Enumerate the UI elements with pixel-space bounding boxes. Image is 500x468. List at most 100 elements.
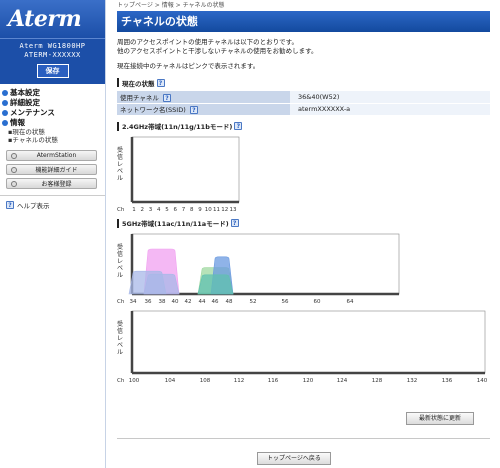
key-label: ネットワーク名(SSID) [120,106,186,114]
bullet-icon [2,100,8,106]
circle-icon [11,180,17,187]
intro-line: 周囲のアクセスポイントの使用チャネルは以下のとおりです。 [117,38,298,46]
chart-24ghz: 受信レベル Ch 1 2 3 4 5 6 7 8 9 10 11 12 13 [117,135,490,215]
button-label: お客様登録 [41,181,72,188]
table-value: 36&40(W52) [290,91,490,104]
breadcrumb: トップページ > 情報 > チャネルの状態 [117,2,225,9]
table-row: ネットワーク名(SSID) ? atermXXXXXX-a [117,103,490,116]
ch-label: Ch [117,299,125,305]
chart-5ghz-w52w53: 受信レベル Ch 34 36 38 40 42 44 46 48 52 56 60 64 [117,232,490,309]
tick-label: 140 [477,378,488,384]
back-to-top-button[interactable]: トップページへ戻る [257,452,331,465]
tick-label: 4 [157,207,161,213]
tick-label: 104 [165,378,176,384]
nav-sub-current-status[interactable]: ▪現在の状態 [2,128,103,136]
heading-label: 現在の状態 [122,79,155,88]
chart-5ghz-w56-svg: Ch 100 104 108 112 116 120 124 128 132 136 140 [117,310,488,384]
y-axis-label: 受信レベル [117,243,124,279]
intro-line: 他のアクセスポイントと干渉しないチャネルの使用をお勧めします。 [117,47,318,55]
help-icon[interactable]: ? [163,93,172,102]
tick-label: 124 [337,378,348,384]
help-icon[interactable]: ? [234,122,243,130]
nav-menu: 基本設定 詳細設定 メンテナンス 情報 ▪現在の状態 ▪チャネルの状態 [0,84,105,144]
tick-label: 1 [132,207,136,213]
chart-5ghz-w52w53-svg: Ch 34 36 38 40 42 44 46 48 52 56 60 64 [117,233,400,305]
ch-label: Ch [117,207,125,213]
nav-item-maintenance[interactable]: メンテナンス [2,108,103,118]
bullet-icon [2,110,8,116]
tick-label: 112 [234,378,245,384]
key-label: 使用チャネル [120,93,159,102]
tick-label: 136 [442,378,453,384]
help-icon[interactable]: ? [230,219,239,227]
tick-label: 6 [174,207,178,213]
band24-heading: 2.4GHz帯域(11n/11g/11bモード)? [117,121,490,131]
tick-label: 11 [213,207,220,213]
divider [117,438,490,439]
tick-label: 40 [172,299,179,305]
nav-label: メンテナンス [10,108,55,117]
nav-item-advanced[interactable]: 詳細設定 [2,98,103,108]
help-icon[interactable]: ? [189,106,198,114]
tick-label: 116 [268,378,279,384]
tick-label: 100 [129,378,140,384]
table-row: 使用チャネル ? 36&40(W52) [117,91,490,104]
tick-label: 2 [141,207,145,213]
table-value: atermXXXXXX-a [290,103,490,116]
heading-label: 5GHz帯域(11ac/11n/11aモード) [122,220,229,228]
help-icon[interactable]: ? [156,78,165,87]
atermstation-button[interactable]: AtermStation [6,150,97,161]
channel-area [197,274,234,294]
button-label: AtermStation [36,152,77,159]
table-key: 使用チャネル ? [117,91,290,104]
intro-text: 周囲のアクセスポイントの使用チャネルは以下のとおりです。 他のアクセスポイントと… [117,38,490,71]
tick-label: 12 [221,207,228,213]
help-toggle[interactable]: ? ヘルプ表示 [0,195,105,214]
plot-area [131,310,486,373]
tick-label: 5 [165,207,169,213]
tick-label: 44 [199,299,206,305]
tick-label: 42 [185,299,192,305]
model-info: Aterm WG1800HP ATERM-XXXXXX 保存 [0,38,105,84]
y-axis-label: 受信レベル [117,146,124,182]
help-icon: ? [6,201,14,209]
y-axis-label: 受信レベル [117,320,124,356]
main-content: トップページ > 情報 > チャネルの状態 チャネルの状態 周囲のアクセスポイン… [117,0,490,465]
tick-label: 13 [230,207,237,213]
heading-label: 2.4GHz帯域(11n/11g/11bモード) [122,123,233,131]
band5-heading: 5GHz帯域(11ac/11n/11aモード)? [117,218,490,228]
save-button[interactable]: 保存 [36,64,69,78]
ch-label: Ch [117,378,125,384]
page-title: チャネルの状態 [117,11,490,32]
circle-icon [11,166,17,173]
tick-label: 52 [250,299,257,305]
nav-item-basic[interactable]: 基本設定 [2,88,103,98]
tick-label: 9 [198,207,202,213]
nav-item-info[interactable]: 情報 [2,118,103,128]
logo: Aterm [0,0,105,38]
register-button[interactable]: お客様登録 [6,178,97,189]
tick-label: 64 [347,299,354,305]
guide-button[interactable]: 機能詳細ガイド [6,164,97,175]
plot-area [131,136,240,202]
status-table: 使用チャネル ? 36&40(W52) ネットワーク名(SSID) ? ater… [117,91,490,116]
nav-label: 基本設定 [10,88,40,97]
button-label: 機能詳細ガイド [35,167,78,174]
tick-label: 10 [205,207,212,213]
chart-24ghz-svg: Ch 1 2 3 4 5 6 7 8 9 10 11 12 13 [117,136,240,213]
tick-label: 128 [372,378,383,384]
current-status-heading: 現在の状態? [117,78,490,88]
tick-label: 34 [130,299,137,305]
nav-sub-channel-status[interactable]: ▪チャネルの状態 [2,136,103,144]
model-name: Aterm WG1800HP [19,42,86,50]
nav-label: 情報 [10,118,25,127]
nav-label: 詳細設定 [10,98,40,107]
bullet-icon [2,120,8,126]
device-name: ATERM-XXXXXX [24,51,81,59]
tick-label: 48 [226,299,233,305]
sidebar-divider [105,0,106,468]
sidebar: Aterm Aterm WG1800HP ATERM-XXXXXX 保存 基本設… [0,0,105,468]
tick-label: 8 [190,207,194,213]
refresh-button[interactable]: 最新状態に更新 [406,412,474,425]
intro-line: 現在接続中のチャネルはピンクで表示されます。 [117,62,260,70]
